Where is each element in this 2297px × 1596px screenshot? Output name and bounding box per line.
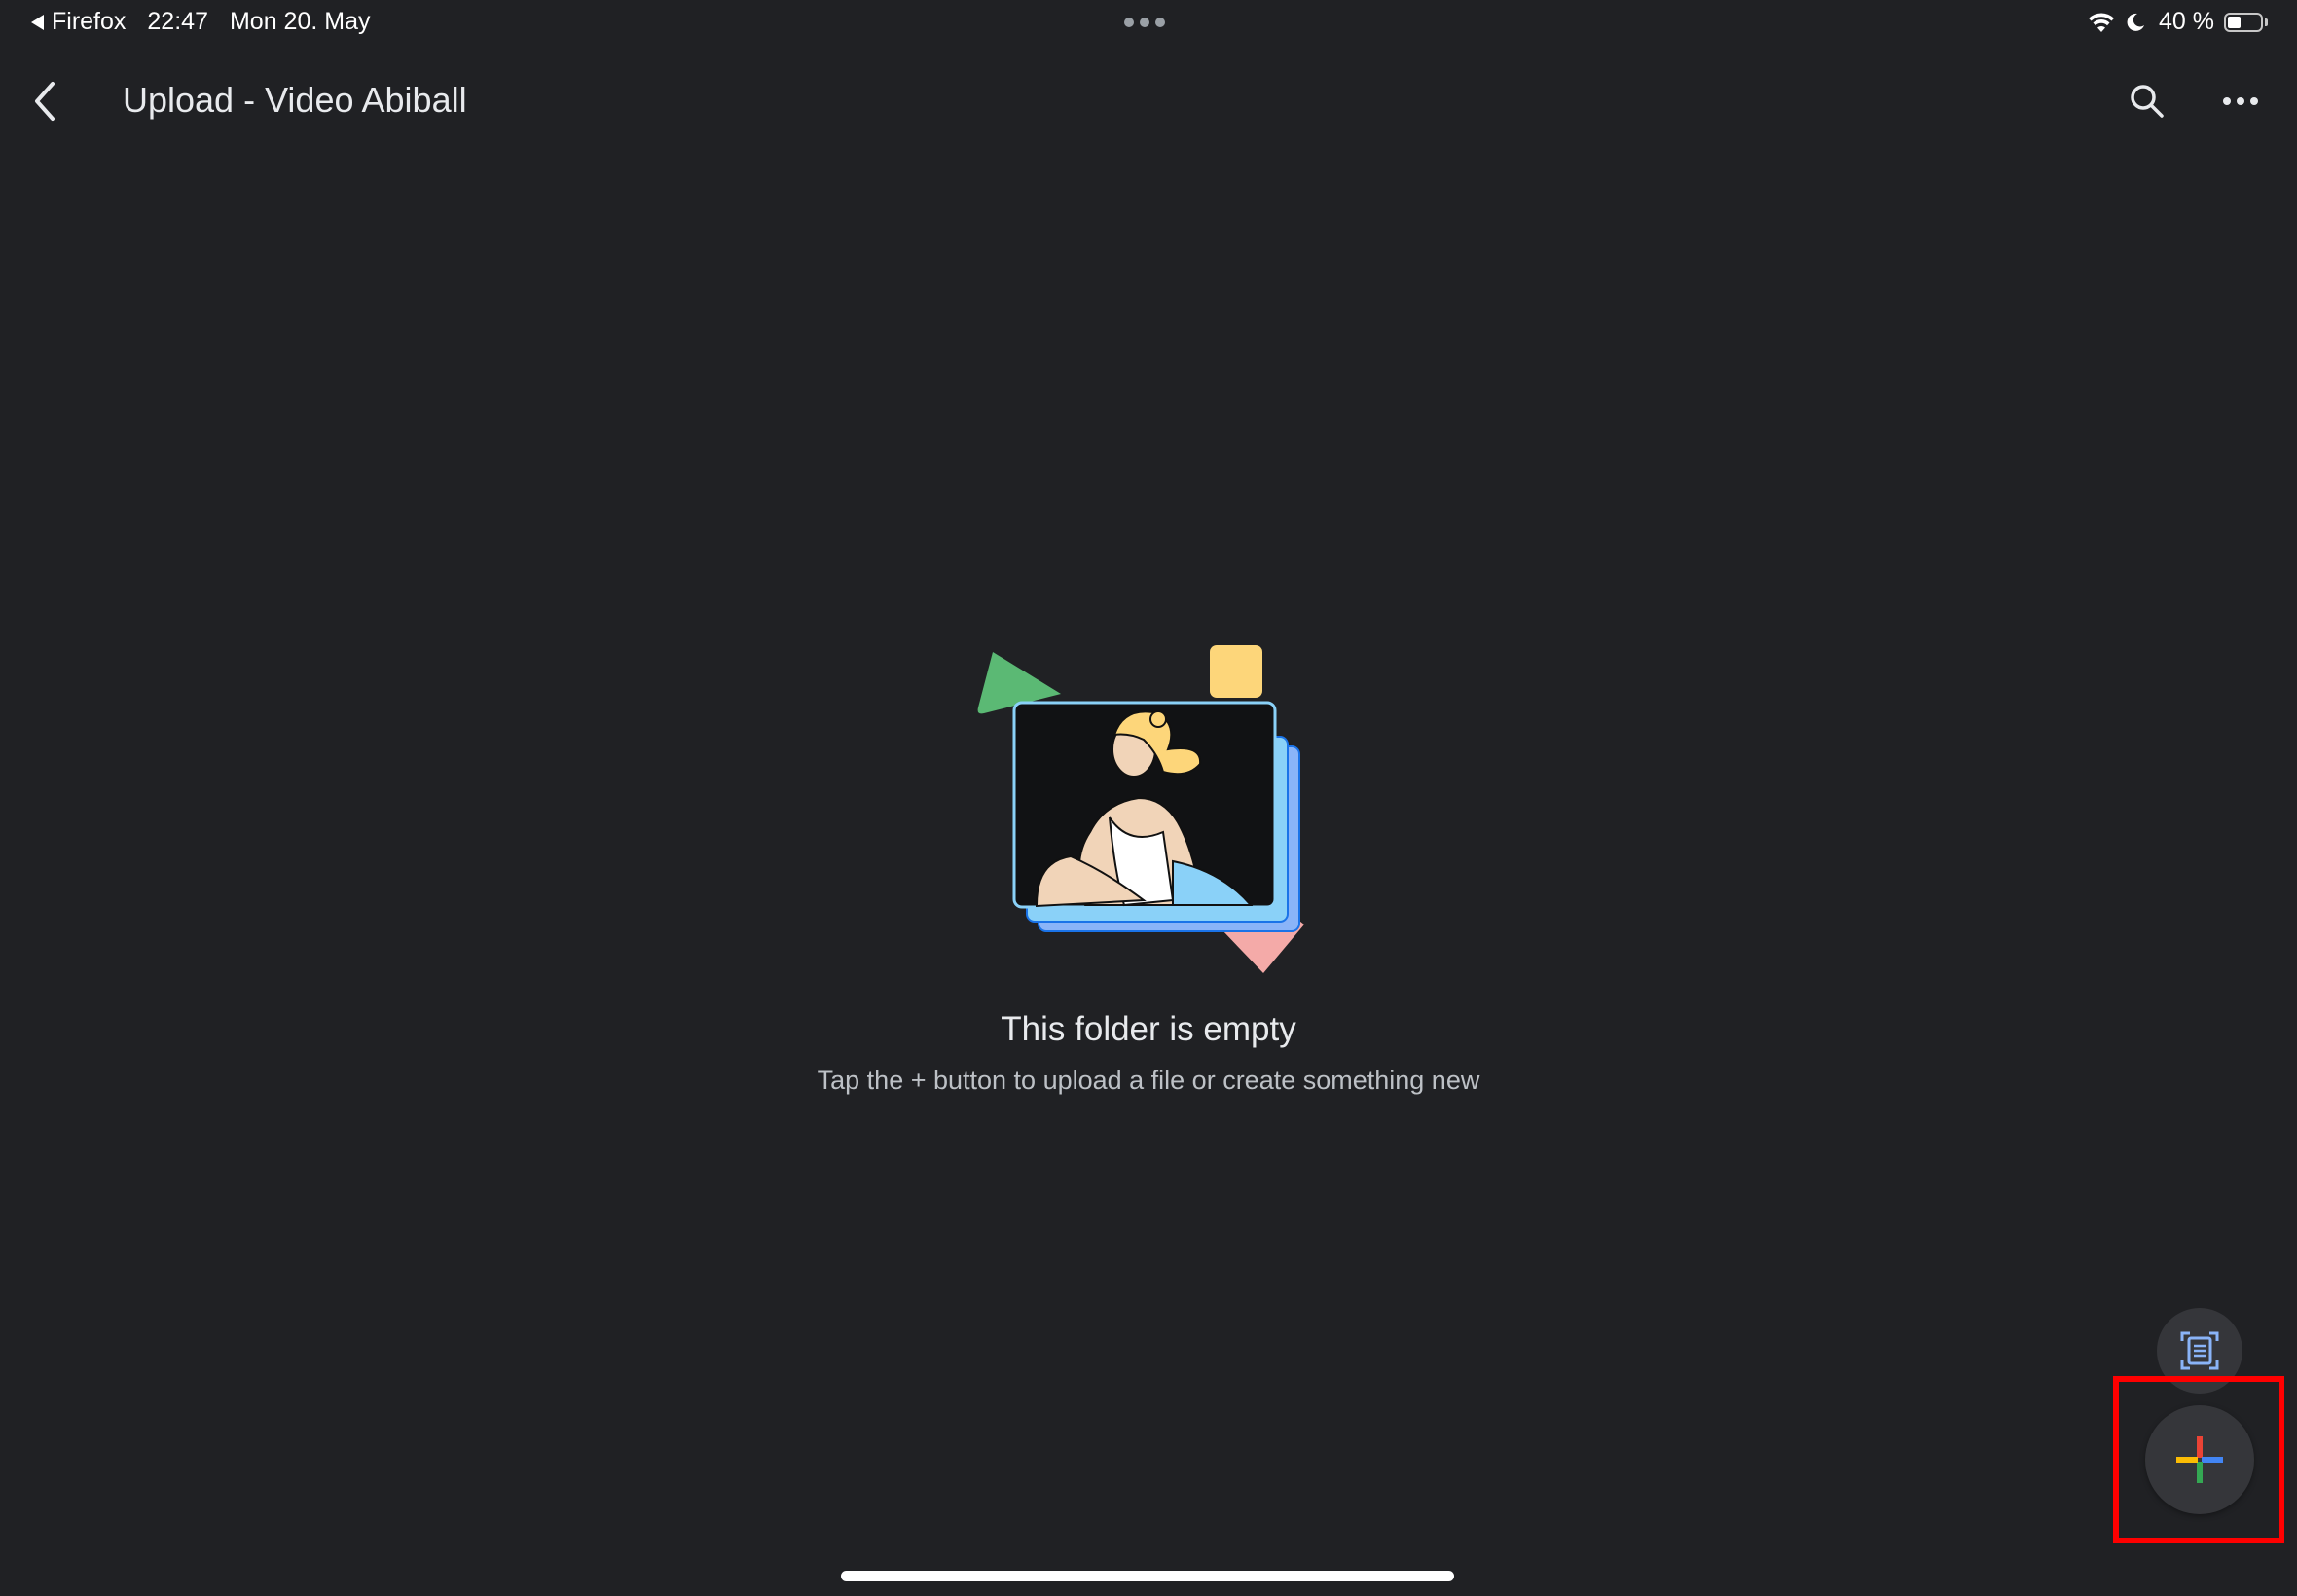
dot — [1140, 18, 1149, 27]
status-date: Mon 20. May — [229, 8, 371, 35]
scan-document-button[interactable] — [2157, 1308, 2242, 1394]
wifi-icon — [2089, 12, 2115, 32]
status-bar: Firefox 22:47 Mon 20. May 40 % — [0, 0, 2297, 47]
multitasking-handle[interactable] — [1124, 18, 1165, 27]
new-button[interactable] — [2145, 1405, 2254, 1514]
dot — [1155, 18, 1165, 27]
empty-folder-illustration — [977, 645, 1304, 973]
yellow-square-shape — [1210, 645, 1262, 698]
battery-fill — [2228, 16, 2241, 28]
page-title: Upload - Video Abiball — [123, 80, 467, 120]
back-button[interactable] — [18, 74, 72, 128]
chevron-left-icon — [35, 82, 55, 121]
back-triangle-icon — [31, 14, 44, 30]
more-horizontal-icon — [2223, 97, 2258, 105]
empty-state-title: This folder is empty — [1001, 1010, 1296, 1048]
status-time: 22:47 — [147, 8, 208, 35]
status-right: 40 % — [2087, 8, 2268, 36]
dot — [1124, 18, 1134, 27]
app-bar: Upload - Video Abiball — [0, 58, 2297, 146]
search-button[interactable] — [2120, 74, 2174, 128]
back-to-app-link[interactable]: Firefox — [31, 8, 126, 36]
battery-percent: 40 % — [2159, 8, 2214, 35]
battery-icon — [2224, 12, 2263, 32]
home-indicator[interactable] — [841, 1571, 1454, 1581]
empty-state-subtitle: Tap the + button to upload a file or cre… — [817, 1066, 1480, 1095]
search-icon — [2131, 85, 2164, 118]
back-app-label: Firefox — [52, 8, 127, 35]
status-left: Firefox 22:47 Mon 20. May — [31, 8, 370, 36]
document-scan-icon — [2180, 1331, 2219, 1370]
battery-cap — [2265, 18, 2268, 26]
more-options-button[interactable] — [2213, 74, 2268, 128]
plus-icon — [2176, 1436, 2223, 1483]
moon-icon — [2127, 13, 2145, 31]
